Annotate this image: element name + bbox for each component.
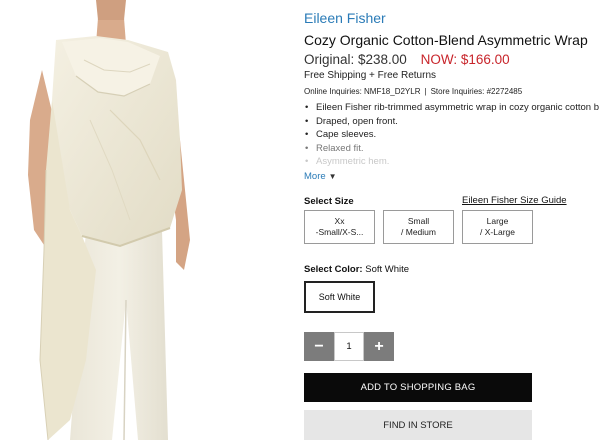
select-size-label: Select Size (304, 196, 354, 207)
add-to-bag-button[interactable]: ADD TO SHOPPING BAG (304, 373, 532, 402)
find-in-store-button[interactable]: FIND IN STORE (304, 410, 532, 440)
shipping-note: Free Shipping + Free Returns (304, 70, 437, 81)
select-color-title: Select Color: (304, 264, 363, 275)
feature-item: Cape sleeves. (304, 128, 600, 142)
size-guide-link[interactable]: Eileen Fisher Size Guide (462, 195, 567, 206)
inquiries-separator: | (424, 87, 427, 96)
more-link[interactable]: More ▼ (304, 171, 337, 182)
feature-list: Eileen Fisher rib-trimmed asymmetric wra… (304, 101, 600, 167)
product-image[interactable] (0, 0, 296, 440)
size-option-line: Large (486, 216, 509, 226)
sale-price: NOW: $166.00 (420, 52, 510, 67)
feature-item: Eileen Fisher rib-trimmed asymmetric wra… (304, 101, 600, 115)
size-option-line: Small (407, 216, 430, 226)
product-photo (0, 0, 296, 440)
quantity-increase-button[interactable]: + (364, 332, 394, 361)
feature-item: Relaxed fit. (304, 142, 600, 156)
chevron-down-icon: ▼ (328, 172, 337, 181)
original-price: Original: $238.00 (304, 52, 407, 67)
color-swatch-soft-white[interactable]: Soft White (304, 281, 375, 313)
size-option-line: -Small/X-S... (315, 227, 364, 237)
brand-link[interactable]: Eileen Fisher (304, 10, 386, 26)
product-details: Eileen Fisher Cozy Organic Cotton-Blend … (304, 0, 600, 440)
price-row: Original: $238.00 NOW: $166.00 (304, 52, 510, 67)
size-option-large-xlarge[interactable]: Large / X-Large (462, 210, 533, 244)
feature-item: Draped, open front. (304, 115, 600, 129)
store-inquiries: Store Inquiries: #2272485 (430, 87, 523, 96)
select-color-label: Select Color: Soft White (304, 264, 409, 275)
size-option-line: Xx (334, 216, 345, 226)
inquiries-row: Online Inquiries: NMF18_D2YLR | Store Inqu… (304, 87, 522, 96)
more-label: More (304, 171, 326, 182)
online-inquiries: Online Inquiries: NMF18_D2YLR (304, 87, 421, 96)
quantity-decrease-button[interactable]: − (304, 332, 334, 361)
size-option-small-medium[interactable]: Small / Medium (383, 210, 454, 244)
size-option-line: / X-Large (480, 227, 515, 237)
quantity-input[interactable] (334, 332, 364, 361)
product-title: Cozy Organic Cotton-Blend Asymmetric Wra… (304, 32, 588, 48)
feature-item: Asymmetric hem. (304, 155, 600, 167)
size-option-xx-small[interactable]: Xx -Small/X-S... (304, 210, 375, 244)
selected-color-value: Soft White (365, 264, 410, 275)
size-option-line: / Medium (401, 227, 436, 237)
